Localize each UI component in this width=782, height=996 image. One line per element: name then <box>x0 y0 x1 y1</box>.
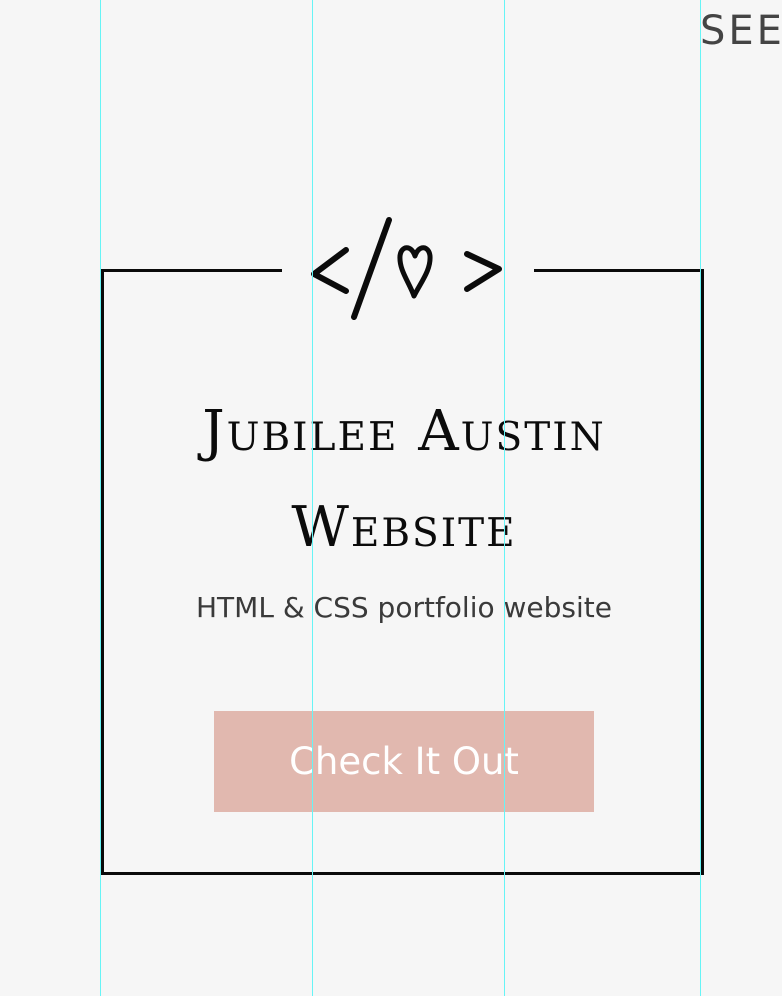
guide-line <box>312 0 313 996</box>
see-nav-link[interactable]: SEE <box>700 8 782 54</box>
check-it-out-button[interactable]: Check It Out <box>214 711 594 812</box>
guide-line <box>504 0 505 996</box>
guide-line <box>700 0 701 996</box>
code-heart-icon <box>311 217 502 320</box>
project-description: HTML & CSS portfolio website <box>196 591 612 624</box>
project-title: Jubilee Austin Website <box>202 399 606 560</box>
guide-line <box>100 0 101 996</box>
